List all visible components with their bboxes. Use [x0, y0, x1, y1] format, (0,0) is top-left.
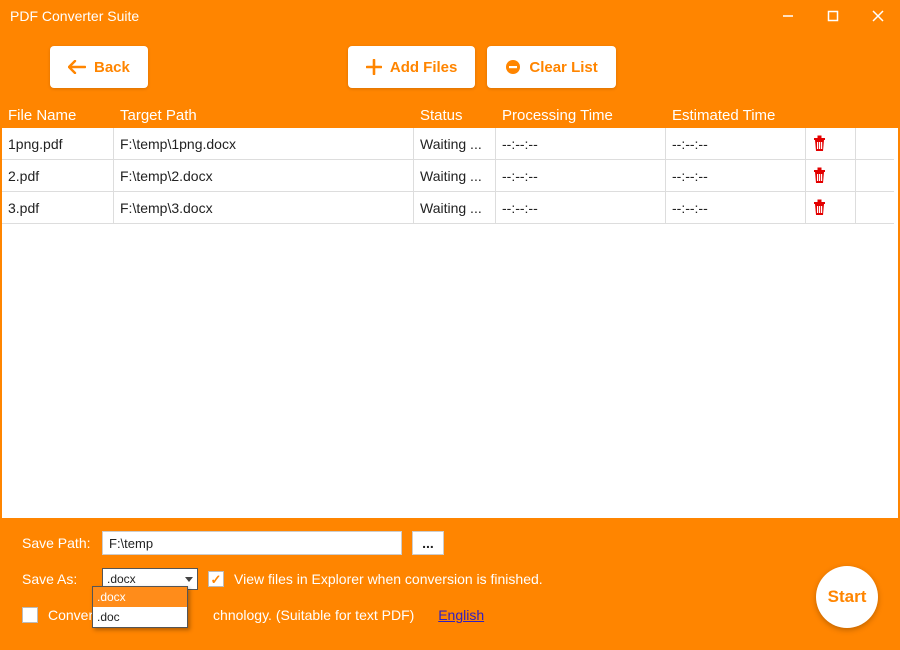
save-path-row: Save Path: ...	[22, 528, 880, 558]
window-title: PDF Converter Suite	[10, 8, 139, 24]
cell-file-name: 1png.pdf	[2, 128, 114, 160]
clear-list-label: Clear List	[529, 59, 597, 76]
save-as-option[interactable]: .docx	[93, 587, 187, 607]
add-files-label: Add Files	[390, 59, 458, 76]
bottom-panel: Save Path: ... Save As: .docx View files…	[0, 518, 900, 650]
ellipsis-icon: ...	[422, 535, 434, 551]
minus-circle-icon	[505, 59, 521, 75]
cell-file-name: 2.pdf	[2, 160, 114, 192]
view-files-checkbox[interactable]	[208, 571, 224, 587]
save-path-input[interactable]	[102, 531, 402, 555]
col-file-name: File Name	[2, 107, 114, 124]
trash-icon[interactable]	[812, 135, 827, 152]
save-path-label: Save Path:	[22, 535, 92, 551]
cell-extra	[856, 192, 894, 224]
cell-delete	[806, 160, 856, 192]
cell-target-path: F:\temp\1png.docx	[114, 128, 414, 160]
table-row[interactable]: 3.pdfF:\temp\3.docxWaiting ...--:--:----…	[2, 192, 898, 224]
chevron-down-icon	[185, 577, 193, 582]
cell-processing-time: --:--:--	[496, 128, 666, 160]
save-as-option[interactable]: .doc	[93, 607, 187, 627]
minimize-icon	[782, 10, 794, 22]
cell-estimated-time: --:--:--	[666, 128, 806, 160]
ocr-label-suffix: chnology. (Suitable for text PDF)	[213, 607, 414, 623]
cell-processing-time: --:--:--	[496, 192, 666, 224]
save-as-selected: .docx	[107, 572, 136, 586]
maximize-icon	[827, 10, 839, 22]
table-header: File Name Target Path Status Processing …	[2, 102, 898, 128]
save-as-label: Save As:	[22, 571, 92, 587]
back-label: Back	[94, 59, 130, 76]
clear-list-button[interactable]: Clear List	[487, 46, 615, 88]
ocr-label-prefix: Convert	[48, 607, 97, 623]
title-bar: PDF Converter Suite	[0, 0, 900, 32]
browse-button[interactable]: ...	[412, 531, 444, 555]
save-as-dropdown[interactable]: .docx.doc	[92, 586, 188, 628]
ocr-language-link[interactable]: English	[438, 607, 484, 623]
cell-estimated-time: --:--:--	[666, 192, 806, 224]
start-button[interactable]: Start	[816, 566, 878, 628]
maximize-button[interactable]	[810, 0, 855, 32]
cell-delete	[806, 192, 856, 224]
cell-target-path: F:\temp\3.docx	[114, 192, 414, 224]
cell-target-path: F:\temp\2.docx	[114, 160, 414, 192]
ocr-checkbox[interactable]	[22, 607, 38, 623]
col-target-path: Target Path	[114, 107, 414, 124]
col-processing-time: Processing Time	[496, 107, 666, 124]
file-table: File Name Target Path Status Processing …	[2, 102, 898, 518]
cell-extra	[856, 128, 894, 160]
table-row[interactable]: 2.pdfF:\temp\2.docxWaiting ...--:--:----…	[2, 160, 898, 192]
close-button[interactable]	[855, 0, 900, 32]
cell-processing-time: --:--:--	[496, 160, 666, 192]
close-icon	[872, 10, 884, 22]
col-status: Status	[414, 107, 496, 124]
minimize-button[interactable]	[765, 0, 810, 32]
arrow-left-icon	[68, 60, 86, 74]
col-estimated-time: Estimated Time	[666, 107, 806, 124]
cell-status: Waiting ...	[414, 128, 496, 160]
app-window: PDF Converter Suite Back Add Files	[0, 0, 900, 650]
cell-status: Waiting ...	[414, 160, 496, 192]
view-files-label: View files in Explorer when conversion i…	[234, 571, 543, 587]
cell-estimated-time: --:--:--	[666, 160, 806, 192]
plus-icon	[366, 59, 382, 75]
back-button[interactable]: Back	[50, 46, 148, 88]
start-label: Start	[828, 587, 867, 607]
trash-icon[interactable]	[812, 199, 827, 216]
toolbar: Back Add Files Clear List	[0, 32, 900, 102]
cell-extra	[856, 160, 894, 192]
cell-file-name: 3.pdf	[2, 192, 114, 224]
cell-delete	[806, 128, 856, 160]
table-body: 1png.pdfF:\temp\1png.docxWaiting ...--:-…	[2, 128, 898, 518]
table-row[interactable]: 1png.pdfF:\temp\1png.docxWaiting ...--:-…	[2, 128, 898, 160]
add-files-button[interactable]: Add Files	[348, 46, 476, 88]
trash-icon[interactable]	[812, 167, 827, 184]
cell-status: Waiting ...	[414, 192, 496, 224]
